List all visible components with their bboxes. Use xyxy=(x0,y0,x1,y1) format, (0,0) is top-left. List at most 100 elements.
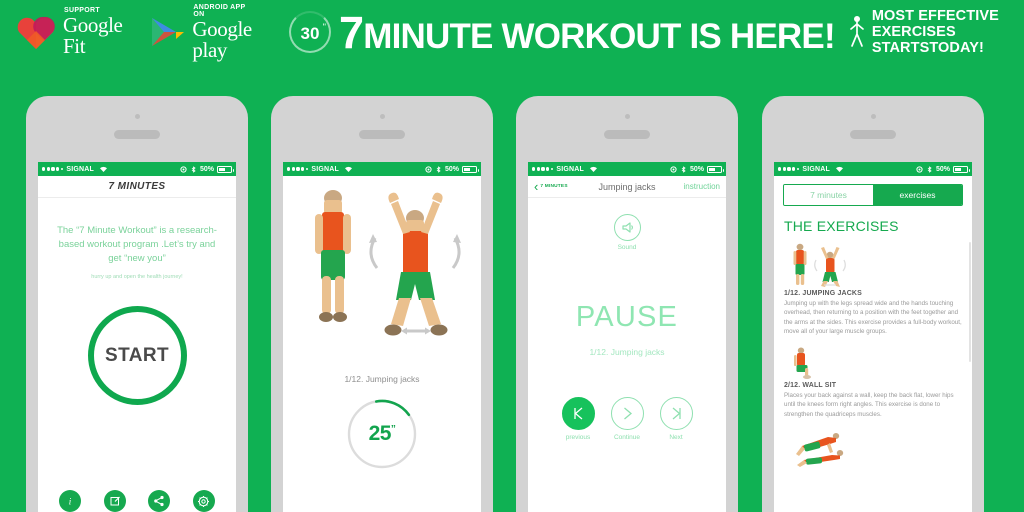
badge-number: 30 xyxy=(300,24,320,43)
google-play-android-label: ANDROID APP ON xyxy=(193,3,246,18)
bluetooth-icon xyxy=(680,165,687,173)
earpiece-speaker xyxy=(114,130,160,139)
signal-dots-icon xyxy=(532,167,554,171)
signal-dots-icon xyxy=(287,167,309,171)
screen-home: SIGNAL 50% 7 MINUTES The “7 Minute Worko… xyxy=(38,162,236,512)
header-banner: SUPPORT Google Fit ANDROID APP ON Google… xyxy=(0,0,1024,64)
toolbar-item-log[interactable]: Log xyxy=(103,490,126,512)
exercise-list-item[interactable]: 2/12. WALL SIT Places your back against … xyxy=(784,346,962,419)
nav-title: 7 MINUTES xyxy=(108,181,166,192)
page-title: 7MINUTE WORKOUT IS HERE! xyxy=(339,10,836,55)
play-icon xyxy=(610,397,644,430)
status-bar: SIGNAL 50% xyxy=(528,162,726,176)
tab-7-minutes[interactable]: 7 minutes xyxy=(784,185,873,205)
nav-bar-pause: ‹ 7 MINUTES Jumping jacks instruction xyxy=(528,176,726,198)
start-button[interactable]: START xyxy=(87,306,187,406)
sound-label: Sound xyxy=(617,244,637,251)
edit-icon xyxy=(103,490,126,512)
badge-unit: " xyxy=(322,22,326,32)
toolbar-item-instruction[interactable]: i Instruction xyxy=(59,490,82,512)
wifi-icon xyxy=(589,166,598,173)
tagline-block: MOST EFFECTIVE EXERCISES STARTSTODAY! xyxy=(849,8,1024,57)
phone-mockup-home: SIGNAL 50% 7 MINUTES The “7 Minute Worko… xyxy=(26,96,248,512)
battery-percent-label: 50% xyxy=(689,165,704,173)
earpiece-speaker xyxy=(850,130,896,139)
countdown-timer: 25” xyxy=(346,398,418,470)
svg-text:i: i xyxy=(69,497,72,507)
screen-exercise: SIGNAL 50% 1/12. Jumping jacks 25” xyxy=(283,162,481,512)
tagline-line-1: MOST EFFECTIVE EXERCISES xyxy=(871,7,999,40)
wall-sit-thumbnail-icon xyxy=(784,346,962,380)
playback-controls: previous Continue Next xyxy=(528,397,726,441)
screen-pause: SIGNAL 50% ‹ 7 MINUTES Jumping jacks ins… xyxy=(528,162,726,512)
scrollbar[interactable] xyxy=(969,242,971,362)
wifi-icon xyxy=(835,166,844,173)
google-play-icon xyxy=(146,13,188,51)
intro-paragraph: The “7 Minute Workout” is a research-bas… xyxy=(57,225,217,264)
bluetooth-icon xyxy=(435,165,442,173)
next-label: Next xyxy=(669,434,683,441)
status-bar: SIGNAL 50% xyxy=(38,162,236,176)
share-icon xyxy=(148,490,171,512)
pause-caption: 1/12. Jumping jacks xyxy=(589,347,665,357)
carrier-label: SIGNAL xyxy=(802,165,830,173)
continue-label: Continue xyxy=(613,434,641,441)
segmented-tabs: 7 minutes exercises xyxy=(783,184,963,206)
previous-label: previous xyxy=(565,434,591,441)
exercise-description: Places your back against a wall, keep th… xyxy=(784,392,954,418)
camera-dot xyxy=(134,114,140,119)
toolbar-item-settings[interactable]: Settings xyxy=(192,490,215,512)
sound-toggle[interactable]: Sound xyxy=(528,214,726,251)
google-fit-heart-icon xyxy=(14,13,58,51)
jumping-jacks-thumbnail-icon xyxy=(784,242,962,288)
back-button[interactable]: ‹ 7 MINUTES xyxy=(534,180,568,193)
skip-forward-icon xyxy=(659,397,693,430)
exercise-illustration xyxy=(283,176,481,372)
exercise-title: 2/12. WALL SIT xyxy=(784,382,837,390)
battery-icon xyxy=(707,165,724,173)
camera-dot xyxy=(624,114,630,119)
toolbar-item-share[interactable]: Share xyxy=(148,490,171,512)
start-button-label: START xyxy=(105,344,169,366)
carrier-label: SIGNAL xyxy=(556,165,584,173)
location-icon xyxy=(180,165,187,173)
gear-icon xyxy=(192,490,215,512)
tagline-line-2: STARTSTODAY! xyxy=(871,40,984,57)
battery-percent-label: 50% xyxy=(444,165,459,173)
exercise-list-item-partial[interactable] xyxy=(784,429,962,469)
exercise-list-item[interactable]: 1/12. JUMPING JACKS Jumping up with the … xyxy=(784,242,962,336)
location-icon xyxy=(425,165,432,173)
instruction-link[interactable]: instruction xyxy=(684,182,720,191)
poster-page: SUPPORT Google Fit ANDROID APP ON Google… xyxy=(0,0,1024,512)
pause-heading: PAUSE xyxy=(575,301,679,333)
status-bar: SIGNAL 50% xyxy=(774,162,972,176)
phone-mockup-pause: SIGNAL 50% ‹ 7 MINUTES Jumping jacks ins… xyxy=(516,96,738,512)
exercise-title: 1/12. JUMPING JACKS xyxy=(784,290,862,297)
previous-button[interactable]: previous xyxy=(561,397,595,441)
tab-exercises[interactable]: exercises xyxy=(873,185,962,205)
figure-jumping xyxy=(369,192,461,336)
next-button[interactable]: Next xyxy=(659,397,693,441)
wifi-icon xyxy=(99,166,108,173)
signal-dots-icon xyxy=(778,167,800,171)
earpiece-speaker xyxy=(604,130,650,139)
screen-exercise-list: SIGNAL 50% 7 minutes exercises THE EXERC… xyxy=(774,162,972,512)
google-play-badge[interactable]: ANDROID APP ON Google play xyxy=(146,4,253,61)
google-fit-badge[interactable]: SUPPORT Google Fit xyxy=(14,7,123,58)
runner-icon xyxy=(849,15,865,49)
skip-back-icon xyxy=(561,397,595,430)
battery-icon xyxy=(953,165,970,173)
info-icon: i xyxy=(59,490,82,512)
google-play-wordmark: Google play xyxy=(192,16,252,62)
exercise-description: Jumping up with the legs spread wide and… xyxy=(784,300,962,335)
battery-icon xyxy=(217,165,234,173)
carrier-label: SIGNAL xyxy=(66,165,94,173)
google-fit-wordmark: Google Fit xyxy=(63,13,123,58)
camera-dot xyxy=(379,114,385,119)
intro-subtext: hurry up and open the health journey! xyxy=(91,274,183,281)
exercise-caption: 1/12. Jumping jacks xyxy=(344,374,420,384)
camera-dot xyxy=(870,114,876,119)
tagline-text: MOST EFFECTIVE EXERCISES STARTSTODAY! xyxy=(872,8,1024,57)
bluetooth-icon xyxy=(190,165,197,173)
continue-button[interactable]: Continue xyxy=(610,397,644,441)
